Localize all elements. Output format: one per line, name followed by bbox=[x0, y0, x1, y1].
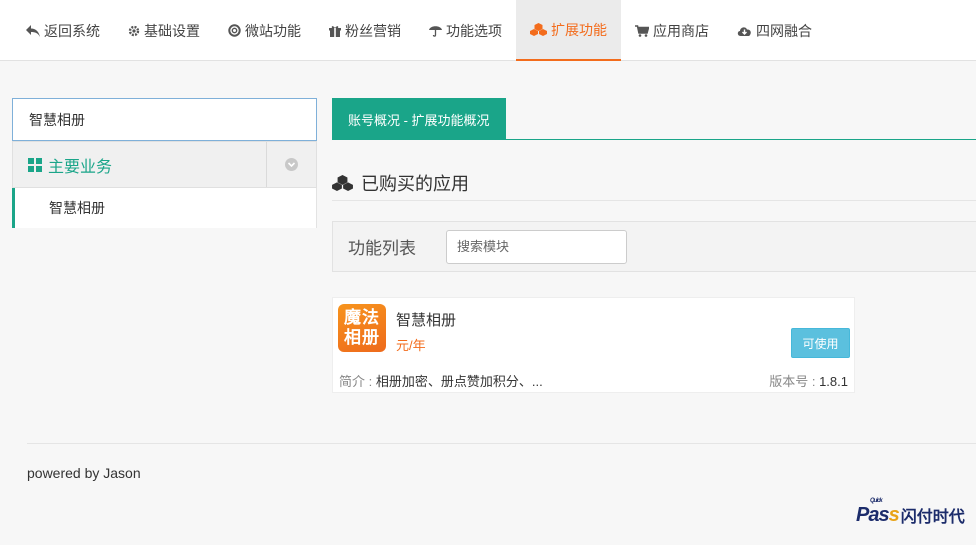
gift-icon bbox=[329, 25, 341, 37]
brand-quick: Quick bbox=[870, 498, 883, 504]
app-desc-value: 相册加密、册点赞加积分、... bbox=[375, 374, 543, 389]
module-search-input[interactable] bbox=[446, 229, 627, 264]
function-list-bar: 功能列表 bbox=[332, 221, 976, 272]
app-desc-label: 简介 : bbox=[339, 374, 376, 389]
brand-pass-a: Pas bbox=[856, 504, 890, 526]
brand-name-cn: 闪付时代 bbox=[900, 509, 965, 526]
section-title: 已购买的应用 bbox=[332, 170, 469, 196]
sidebar-search-input[interactable] bbox=[12, 98, 317, 141]
app-logo-line1: 魔法 bbox=[344, 308, 380, 327]
sidebar-group-label: 主要业务 bbox=[48, 158, 113, 176]
app-name: 智慧相册 bbox=[396, 312, 457, 329]
brand-logo: Quick Pass 闪付时代 bbox=[856, 498, 965, 527]
nav-item-label: 微站功能 bbox=[245, 22, 301, 39]
app-version-value: 1.8.1 bbox=[819, 374, 848, 389]
sidebar-group-toggle[interactable] bbox=[266, 142, 316, 187]
grid-icon bbox=[28, 157, 42, 172]
section-divider bbox=[332, 200, 976, 201]
sidebar-group-main-business[interactable]: 主要业务 bbox=[12, 141, 317, 188]
nav-item-four-network[interactable]: 四网融合 bbox=[723, 0, 826, 61]
tab-divider bbox=[332, 139, 976, 140]
nav-item-microsite[interactable]: 微站功能 bbox=[214, 0, 315, 61]
cart-icon bbox=[635, 24, 649, 37]
umbrella-icon bbox=[429, 26, 442, 37]
footer-powered-by: powered by Jason bbox=[27, 465, 141, 481]
nav-item-label: 四网融合 bbox=[756, 22, 812, 39]
sidebar-item-label: 智慧相册 bbox=[49, 200, 105, 216]
sidebar-item-smart-album[interactable]: 智慧相册 bbox=[12, 188, 317, 228]
nav-item-extensions[interactable]: 扩展功能 bbox=[516, 0, 621, 61]
nav-item-function-options[interactable]: 功能选项 bbox=[415, 0, 516, 61]
cubes-icon bbox=[332, 175, 353, 191]
nav-item-fan-marketing[interactable]: 粉丝营销 bbox=[315, 0, 415, 61]
brand-pass-b: s bbox=[888, 504, 900, 526]
nav-item-label: 返回系统 bbox=[44, 22, 100, 39]
top-nav: 返回系统 基础设置 微站功能 粉丝营销 功能选项 扩展功能 应用商店 四网融合 bbox=[0, 0, 976, 61]
cloud-download-icon bbox=[737, 26, 751, 36]
tab-label: 账号概况 - 扩展功能概况 bbox=[348, 112, 490, 128]
nav-item-basic-settings[interactable]: 基础设置 bbox=[114, 0, 214, 61]
app-logo-line2: 相册 bbox=[344, 328, 380, 347]
app-card: 魔法 相册 智慧相册 元/年 可使用 简介 : 相册加密、册点赞加积分、... … bbox=[332, 297, 855, 393]
nav-item-label: 扩展功能 bbox=[551, 21, 607, 38]
nav-item-app-store[interactable]: 应用商店 bbox=[621, 0, 723, 61]
nav-item-label: 粉丝营销 bbox=[345, 22, 401, 39]
reply-icon bbox=[26, 24, 40, 37]
nav-item-label: 基础设置 bbox=[144, 22, 200, 39]
brand-pass: Quick Pass bbox=[856, 498, 900, 527]
lifebuoy-icon bbox=[228, 24, 241, 37]
section-title-text: 已购买的应用 bbox=[361, 174, 469, 194]
app-available-button[interactable]: 可使用 bbox=[791, 328, 850, 358]
nav-item-label: 应用商店 bbox=[653, 22, 709, 39]
app-price: 元/年 bbox=[396, 338, 426, 353]
app-description: 简介 : 相册加密、册点赞加积分、... bbox=[339, 371, 543, 390]
chevron-down-circle-icon bbox=[285, 158, 298, 171]
gear-icon bbox=[128, 25, 140, 36]
sidebar-group-header: 主要业务 bbox=[13, 142, 266, 187]
app-version-label: 版本号 : bbox=[769, 374, 820, 389]
nav-item-label: 功能选项 bbox=[446, 22, 502, 39]
app-logo: 魔法 相册 bbox=[338, 304, 386, 352]
nav-item-back-system[interactable]: 返回系统 bbox=[12, 0, 114, 61]
app-version: 版本号 : 1.8.1 bbox=[769, 371, 848, 390]
footer-divider bbox=[27, 443, 976, 444]
tab-account-overview[interactable]: 账号概况 - 扩展功能概况 bbox=[332, 98, 506, 140]
cubes-icon bbox=[530, 23, 547, 36]
function-list-title: 功能列表 bbox=[348, 239, 416, 258]
